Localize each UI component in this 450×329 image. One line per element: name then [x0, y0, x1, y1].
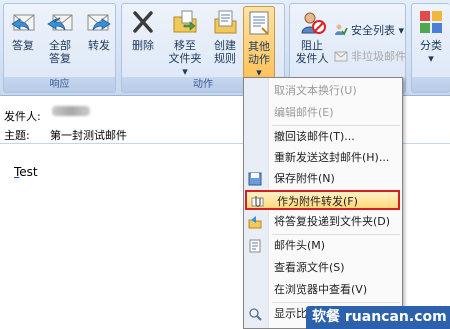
rule-label-2: 规则: [214, 52, 236, 65]
move-label-1: 移至: [174, 39, 196, 52]
menu-separator: [272, 234, 400, 235]
create-rule-icon: [214, 10, 237, 34]
watermark: 软餐 ruancan.com: [306, 306, 450, 329]
body-text: Test: [14, 165, 38, 179]
reply-icon: [11, 14, 35, 31]
other-actions-menu: 取消文本换行(U) 编辑邮件(E) 撤回该邮件(T)... 重新发送这封邮件(H…: [243, 77, 403, 329]
delete-label: 删除: [132, 39, 154, 52]
block-sender-icon: [301, 12, 326, 34]
subject-value: 第一封测试邮件: [50, 129, 127, 142]
message-header-icon: [249, 239, 261, 253]
forward-button[interactable]: 转发: [84, 7, 114, 52]
menu-item-label: 邮件头(M): [274, 239, 326, 252]
menu-item-view-in-browser[interactable]: 在浏览器中查看(V): [244, 280, 402, 300]
options-group: 分类 ▾: [411, 3, 450, 93]
not-junk-icon: [334, 51, 348, 62]
reply-all-button[interactable]: 全部 答复: [44, 7, 76, 65]
reply-button[interactable]: 答复: [8, 7, 38, 52]
menu-item-unwrap[interactable]: 取消文本换行(U): [244, 81, 402, 101]
other-actions-label-2: 动作 ▾: [248, 53, 270, 79]
watermark-right: ruancan.com: [344, 309, 447, 325]
menu-item-label: 查看源文件(S): [274, 261, 345, 274]
safe-list-icon: [335, 24, 348, 36]
menu-item-label: 撤回该邮件(T)...: [274, 130, 355, 143]
menu-item-forward-as-attachment[interactable]: 作为附件转发(F): [245, 190, 400, 210]
menu-separator: [272, 302, 400, 303]
menu-item-label: 取消文本换行(U): [274, 84, 357, 97]
delete-icon: [133, 11, 153, 33]
reply-all-label-1: 全部: [49, 39, 71, 52]
safe-list-label: 安全列表 ▾: [351, 24, 405, 37]
delete-button[interactable]: 删除: [128, 7, 158, 52]
menu-item-label: 编辑邮件(E): [274, 106, 334, 119]
categorize-label-2: ▾: [428, 52, 434, 65]
block-label-1: 阻止: [301, 39, 323, 52]
respond-group: 答复 全部 答复 转发 响应: [3, 3, 116, 93]
other-actions-icon: [249, 11, 269, 35]
menu-item-label: 重新发送这封邮件(H)...: [274, 151, 390, 164]
menu-item-label: 在浏览器中查看(V): [274, 283, 368, 296]
menu-item-resend[interactable]: 重新发送这封邮件(H)...: [244, 148, 402, 168]
reply-all-icon: [47, 14, 73, 31]
create-rule-button[interactable]: 创建 规则: [209, 7, 241, 65]
zoom-icon: [249, 308, 262, 321]
move-label-2: 文件夹 ▾: [168, 52, 202, 78]
menu-item-message-header[interactable]: 邮件头(M): [244, 236, 402, 256]
block-label-2: 发件人: [295, 52, 329, 65]
subject-label: 主题:: [4, 129, 30, 142]
watermark-left: 软餐: [312, 309, 340, 325]
menu-item-deliver-replies[interactable]: 将答复投递到文件夹(D): [244, 212, 402, 232]
menu-item-save-attachments[interactable]: 保存附件(N): [244, 169, 402, 189]
block-sender-button[interactable]: 阻止 发件人: [293, 7, 331, 65]
categorize-label-1: 分类: [420, 39, 442, 52]
forward-icon: [87, 14, 111, 31]
respond-group-label: 响应: [4, 77, 115, 92]
forward-label: 转发: [88, 39, 110, 52]
deliver-replies-icon: [248, 216, 262, 229]
from-label: 发件人:: [4, 110, 41, 123]
move-folder-icon: [173, 10, 197, 33]
save-attachment-icon: [248, 172, 262, 186]
menu-item-edit-message[interactable]: 编辑邮件(E): [244, 103, 402, 123]
other-actions-label-1: 其他: [248, 40, 270, 53]
move-to-folder-button[interactable]: 移至 文件夹 ▾: [166, 7, 204, 78]
options-group-label: [412, 77, 450, 92]
menu-item-recall[interactable]: 撤回该邮件(T)...: [244, 127, 402, 147]
not-junk-label: 非垃圾邮件: [351, 50, 406, 63]
menu-separator: [272, 125, 400, 126]
menu-item-view-source[interactable]: 查看源文件(S): [244, 258, 402, 278]
rule-label-1: 创建: [214, 39, 236, 52]
sender-redacted: [52, 106, 90, 116]
safe-list-button[interactable]: 安全列表 ▾: [334, 22, 404, 40]
categorize-icon: [420, 11, 442, 33]
other-actions-button[interactable]: 其他 动作 ▾: [243, 6, 275, 79]
not-junk-button[interactable]: 非垃圾邮件: [334, 48, 406, 66]
menu-item-label: 将答复投递到文件夹(D): [274, 215, 391, 228]
reply-all-label-2: 答复: [49, 52, 71, 65]
menu-item-label: 保存附件(N): [274, 172, 335, 185]
menu-item-label: 作为附件转发(F): [277, 195, 358, 208]
categorize-button[interactable]: 分类 ▾: [415, 7, 447, 65]
forward-as-attachment-icon: [251, 196, 264, 207]
reply-label: 答复: [12, 39, 34, 52]
